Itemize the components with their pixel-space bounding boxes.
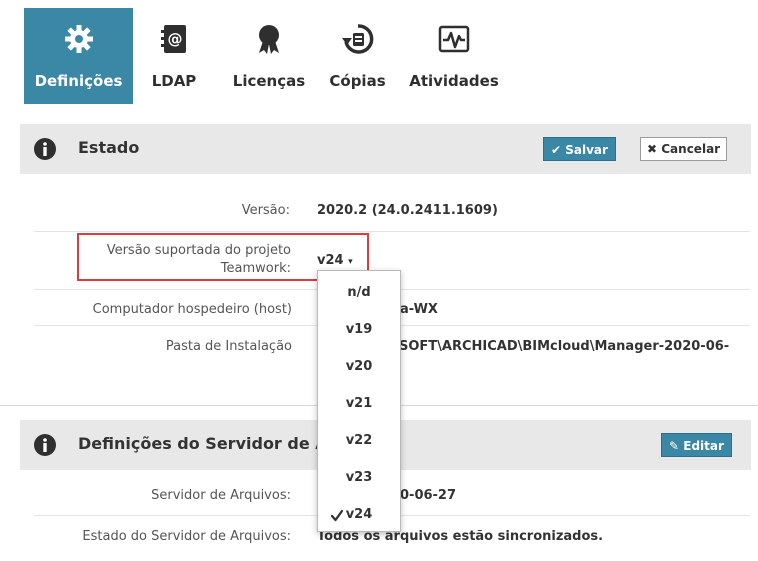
versao-label: Versão:	[241, 203, 290, 218]
save-label: Salvar	[565, 143, 608, 157]
save-button[interactable]: ✔ Salvar	[543, 137, 616, 161]
svg-text:@: @	[168, 30, 183, 48]
estado-header: Estado ✔ Salvar ✖ Cancelar	[20, 124, 751, 174]
info-icon	[34, 138, 56, 160]
tab-copias[interactable]: Cópias	[320, 8, 395, 104]
check-icon: ✔	[551, 143, 562, 157]
info-icon	[34, 434, 56, 456]
dropdown-option[interactable]: v21	[318, 394, 400, 414]
pasta-label: Pasta de Instalação	[165, 339, 292, 354]
cancel-label: Cancelar	[661, 142, 721, 156]
close-icon: ✖	[647, 142, 658, 156]
pencil-icon: ✎	[669, 439, 680, 453]
activity-pulse-icon	[438, 25, 470, 53]
estado-servidor-label: Estado do Servidor de Arquivos:	[82, 529, 291, 544]
dropdown-option[interactable]: v22	[318, 431, 400, 451]
top-nav: Definições @ LDAP Licenças Cópias Ativid…	[0, 0, 758, 122]
dropdown-option[interactable]: n/d	[318, 283, 400, 303]
servidor-label: Servidor de Arquivos:	[151, 488, 291, 503]
edit-button[interactable]: ✎ Editar	[661, 433, 732, 457]
tab-label: Cópias	[329, 72, 386, 90]
dropdown-option[interactable]: v23	[318, 468, 400, 488]
tab-definicoes[interactable]: Definições	[24, 8, 133, 104]
host-label: Computador hospedeiro (host)	[92, 302, 292, 317]
tab-label: LDAP	[151, 72, 197, 90]
gear-icon	[64, 25, 93, 53]
address-book-icon: @	[161, 25, 186, 53]
cancel-button[interactable]: ✖ Cancelar	[640, 137, 728, 161]
tab-atividades[interactable]: Atividades	[402, 8, 506, 104]
pasta-value: SOFT\ARCHICAD\BIMcloud\Manager-2020-06-	[399, 339, 730, 354]
estado-title: Estado	[78, 138, 140, 157]
award-ribbon-icon	[259, 25, 279, 54]
edit-label: Editar	[683, 439, 724, 453]
tab-label: Definições	[34, 72, 123, 90]
tab-licencas[interactable]: Licenças	[226, 8, 312, 104]
checkmark-icon	[330, 509, 344, 522]
tab-label: Licenças	[232, 72, 306, 90]
versao-value: 2020.2 (24.0.2411.1609)	[317, 203, 498, 218]
host-value: a-WX	[400, 302, 438, 317]
version-dropdown-menu: n/d v19 v20 v21 v22 v23 v24	[317, 270, 401, 532]
divider	[34, 231, 750, 232]
dropdown-option-label: v24	[345, 507, 373, 522]
dropdown-option[interactable]: v19	[318, 320, 400, 340]
dropdown-option[interactable]: v20	[318, 357, 400, 377]
servidor-title: Definições do Servidor de A	[78, 434, 328, 453]
dropdown-option-selected[interactable]: v24	[318, 505, 400, 525]
backup-restore-icon	[341, 24, 373, 54]
servidor-value-right: 0-06-27	[400, 488, 457, 503]
tab-label: Atividades	[409, 72, 499, 90]
tab-ldap[interactable]: @ LDAP	[146, 8, 202, 104]
